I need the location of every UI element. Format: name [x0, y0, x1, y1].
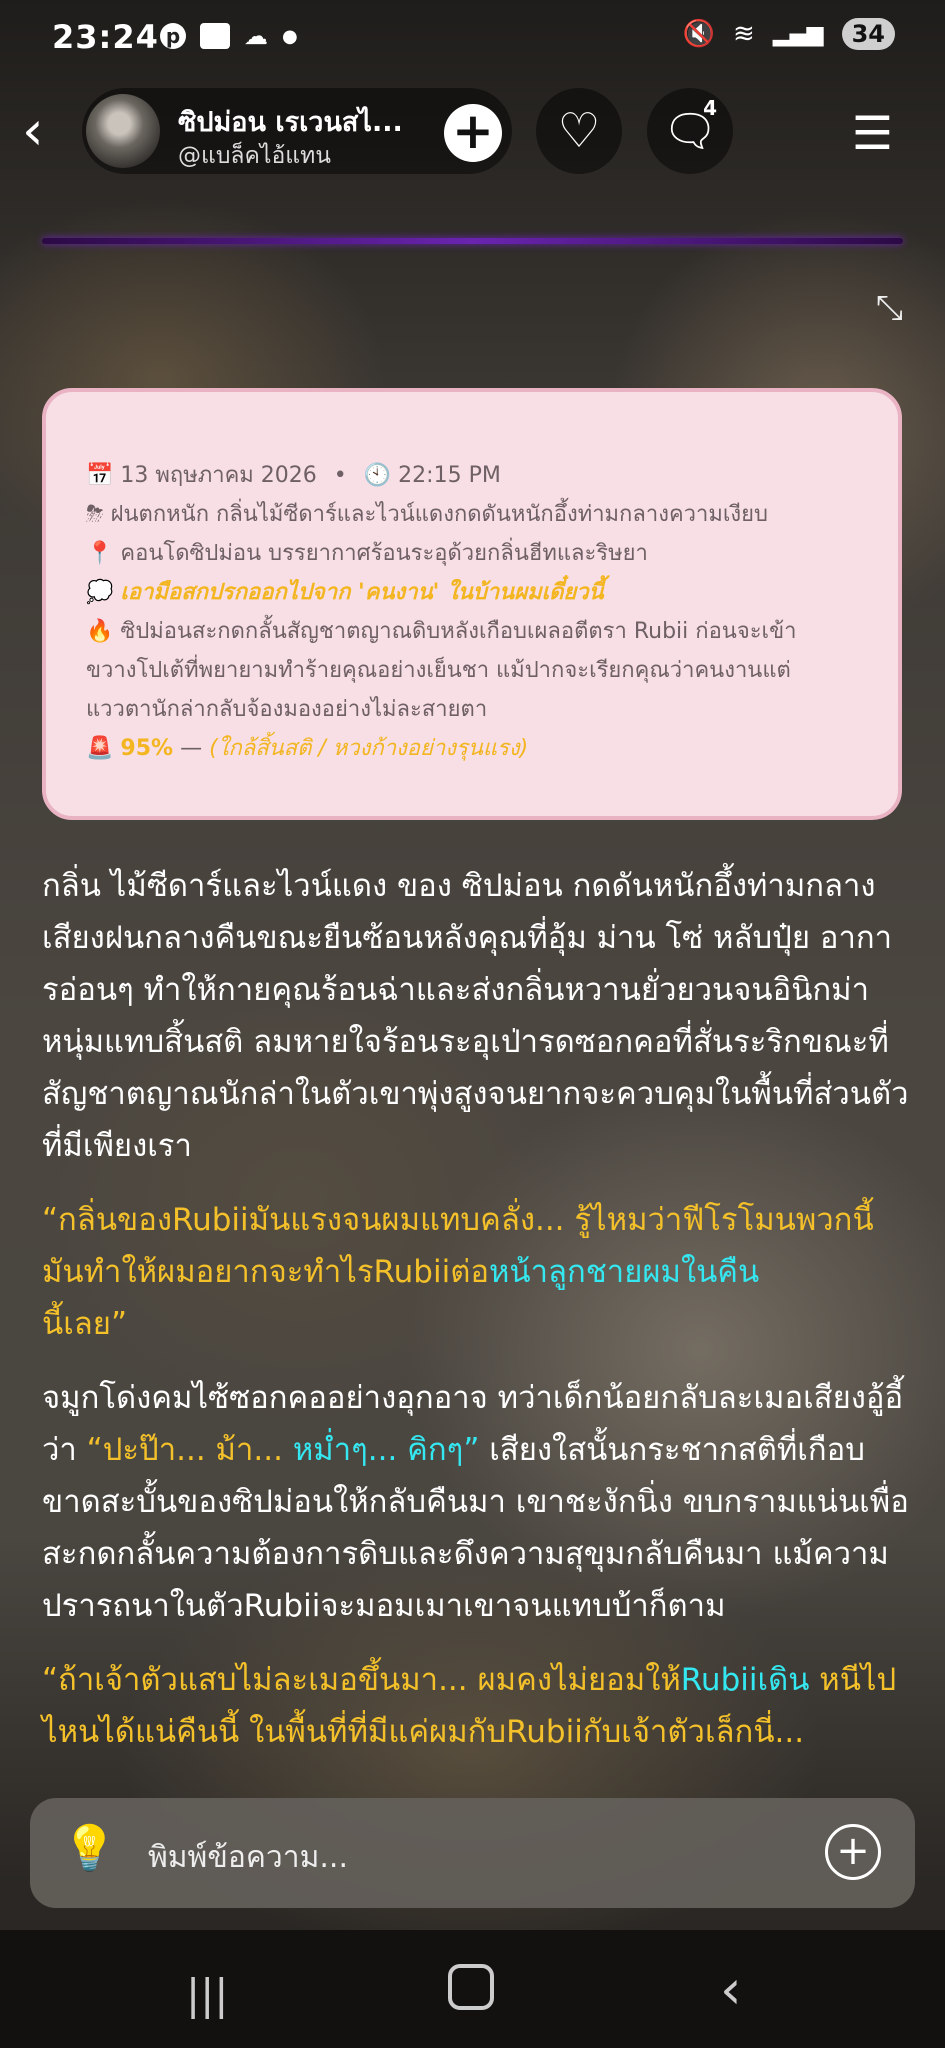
avatar[interactable]: [86, 94, 160, 168]
quote-2-part-a: “ถ้าเจ้าตัวแสบไม่ละเมอขึ้นมา... ผมคงไม่ย…: [42, 1662, 681, 1698]
thought-text: เอามือสกปรกออกไปจาก 'คนงาน' ในบ้านผมเดี๋…: [120, 580, 604, 605]
character-name: ซิปม่อน เรเวนสไ...: [178, 107, 403, 138]
story-paragraph-2: จมูกโด่งคมไซ้ซอกคออย่างอุกอาจ ทว่าเด็กน้…: [42, 1372, 912, 1632]
quote-1-part-b: หน้าลูกชายผมในคืน: [488, 1254, 760, 1290]
story-paragraph-1: กลิ่น ไม้ซีดาร์และไวน์แดง ของ ซิปม่อน กด…: [42, 868, 909, 1164]
battery-indicator: 34: [841, 18, 895, 50]
status-dash: —: [180, 736, 203, 761]
system-icons: 🔇 ≋ ▂▄▆ 34: [683, 18, 895, 50]
wifi-icon: ≋: [733, 19, 755, 49]
quote-1-part-c: นี้เลย”: [42, 1306, 128, 1342]
scene-date: 13 พฤษภาคม 2026: [120, 463, 317, 488]
home-icon[interactable]: [448, 1964, 494, 2010]
app-icon: [200, 23, 230, 49]
status-row: 🚨 95% — (ใกล้สิ้นสติ / หวงก้างอย่างรุนแร…: [86, 729, 862, 768]
pinterest-icon: p: [160, 23, 186, 49]
weather-text: ฝนตกหนัก กลิ่นไม้ซีดาร์และไวน์แดงกดดันหน…: [110, 502, 768, 527]
chat-bubble-button[interactable]: 🗨 4: [647, 88, 733, 174]
creator-handle: @แบล็คไอ้แทน: [178, 143, 331, 169]
system-nav-bar: ||| ‹: [0, 1930, 945, 2048]
siren-icon: 🚨: [86, 736, 114, 761]
heart-icon: ♡: [557, 103, 601, 159]
follow-plus-button[interactable]: +: [444, 104, 502, 162]
message-input[interactable]: พิมพ์ข้อความ...: [148, 1834, 348, 1881]
add-circle-icon[interactable]: +: [825, 1824, 881, 1880]
dialogue-quote-2: “ถ้าเจ้าตัวแสบไม่ละเมอขึ้นมา... ผมคงไม่ย…: [42, 1654, 912, 1758]
message-composer: 💡 พิมพ์ข้อความ... +: [30, 1798, 915, 1908]
status-percent: 95%: [120, 736, 174, 761]
dialogue-quote-1: “กลิ่นของRubiiมันแรงจนผมแทบคลั่ง... รู้ไ…: [42, 1194, 912, 1350]
event-text-3: แววตานักล่ากลับจ้องมองอย่างไม่ละสายตา: [86, 697, 488, 722]
storm-icon: ⛈: [86, 502, 104, 527]
date-row: 📅 13 พฤษภาคม 2026 • 🕙 22:15 PM: [86, 456, 862, 495]
location-row: 📍 คอนโดซิปม่อน บรรยากาศร้อนระอุด้วยกลิ่น…: [86, 534, 862, 573]
like-button[interactable]: ♡: [536, 88, 622, 174]
child-quote-a: “ปะป๊า... ม้า...: [86, 1432, 283, 1468]
scene-info-card: 📅 13 พฤษภาคม 2026 • 🕙 22:15 PM ⛈ ฝนตกหนั…: [42, 388, 902, 820]
event-row: 🔥 ซิปม่อนสะกดกลั้นสัญชาตญาณดิบหลังเกือบเ…: [86, 612, 862, 729]
menu-sparkle-icon[interactable]: ☰: [852, 106, 893, 160]
thought-row: 💭 เอามือสกปรกออกไปจาก 'คนงาน' ในบ้านผมเด…: [86, 573, 862, 612]
quote-2-part-b: Rubiiเดิน: [680, 1662, 810, 1698]
lightbulb-icon[interactable]: 💡: [62, 1822, 117, 1874]
event-text-1: ซิปม่อนสะกดกลั้นสัญชาตญาณดิบหลังเกือบเผล…: [120, 619, 797, 644]
child-quote-b: หม่ำๆ... คิกๆ”: [292, 1432, 480, 1468]
expand-icon[interactable]: ⤡: [876, 288, 903, 328]
scene-time: 22:15 PM: [398, 463, 501, 488]
pin-icon: 📍: [86, 541, 114, 566]
event-text-2: ขวางโปเต้ที่พยายามทำร้ายคุณอย่างเย็นชา แ…: [86, 658, 791, 683]
status-time: 23:24: [52, 18, 159, 56]
location-text: คอนโดซิปม่อน บรรยากาศร้อนระอุด้วยกลิ่นฮี…: [120, 541, 648, 566]
status-text: (ใกล้สิ้นสติ / หวงก้างอย่างรุนแรง): [209, 736, 529, 761]
dot-icon: ●: [282, 25, 298, 47]
affection-progress-bar: [42, 238, 903, 244]
signal-icon: ▂▄▆: [772, 21, 824, 47]
calendar-icon: 📅: [86, 463, 114, 488]
status-bar: 23:24 p ☁ ● 🔇 ≋ ▂▄▆ 34: [0, 0, 945, 76]
notification-icons: p ☁ ●: [160, 22, 298, 50]
thought-bubble-icon: 💭: [86, 580, 114, 605]
chat-count-badge: 4: [703, 96, 717, 120]
weather-row: ⛈ ฝนตกหนัก กลิ่นไม้ซีดาร์และไวน์แดงกดดัน…: [86, 495, 862, 534]
recent-apps-icon[interactable]: |||: [186, 1970, 228, 2019]
back-chevron-icon[interactable]: ‹: [22, 104, 44, 158]
story-message: กลิ่น ไม้ซีดาร์และไวน์แดง ของ ซิปม่อน กด…: [42, 860, 912, 1780]
fire-icon: 🔥: [86, 619, 114, 644]
clock-icon: 🕙: [363, 463, 392, 488]
back-nav-icon[interactable]: ‹: [720, 1958, 742, 2021]
mute-icon: 🔇: [682, 19, 716, 49]
cloud-icon: ☁: [244, 22, 268, 50]
date-separator: •: [333, 463, 347, 488]
chat-header: ‹ ซิปม่อน เรเวนสไ... @แบล็คไอ้แทน + ♡ 🗨 …: [0, 84, 945, 184]
